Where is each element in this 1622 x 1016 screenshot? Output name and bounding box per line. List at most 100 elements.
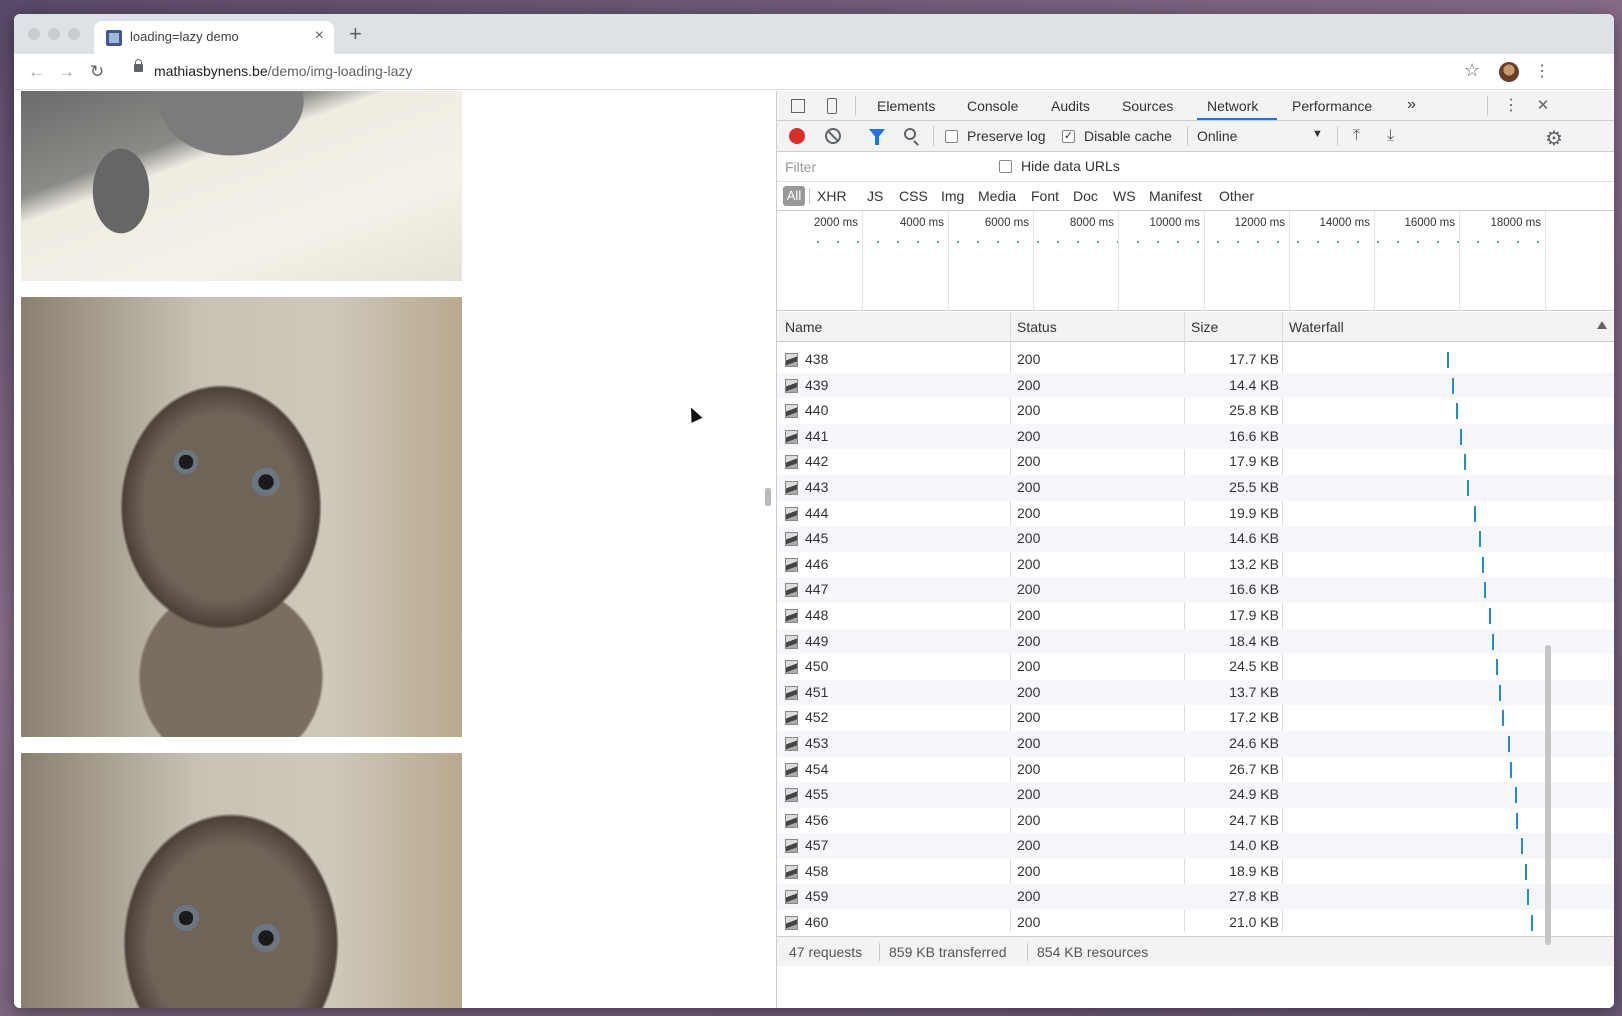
chevron-down-icon[interactable]: ▼ [1312, 128, 1323, 140]
filter-input[interactable] [783, 156, 979, 178]
image-file-icon [785, 378, 798, 393]
image-file-icon [785, 813, 798, 828]
browser-menu-icon[interactable]: ⋮ [1534, 61, 1550, 81]
tab-sources[interactable]: Sources [1122, 98, 1173, 114]
table-row[interactable]: 445 200 14.6 KB [777, 526, 1614, 552]
table-row[interactable]: 455 200 24.9 KB [777, 782, 1614, 808]
tab-console[interactable]: Console [967, 98, 1018, 114]
request-list-scrollbar[interactable] [1545, 645, 1551, 945]
column-name[interactable]: Name [785, 319, 822, 335]
table-row[interactable]: 451 200 13.7 KB [777, 679, 1614, 706]
column-waterfall[interactable]: Waterfall [1289, 319, 1344, 335]
type-all[interactable]: All [783, 186, 805, 206]
request-name: 453 [805, 734, 829, 751]
request-status: 200 [1017, 453, 1041, 470]
address-bar[interactable]: mathiasbynens.be/demo/img-loading-lazy [154, 63, 412, 79]
tab-elements[interactable]: Elements [877, 98, 935, 114]
network-overview[interactable]: 2000 ms 4000 ms 6000 ms 8000 ms 10000 ms 1200… [777, 211, 1614, 311]
table-row[interactable]: 452 200 17.2 KB [777, 705, 1614, 731]
window-close-button[interactable] [28, 28, 40, 40]
browser-toolbar: ← → ↻ mathiasbynens.be/demo/img-loading-… [14, 54, 1614, 90]
import-har-icon[interactable]: ⤒ [1353, 127, 1360, 145]
request-status: 200 [1017, 760, 1041, 777]
devtools-close-icon[interactable]: ✕ [1535, 98, 1551, 114]
type-js[interactable]: JS [867, 188, 883, 204]
request-size: 14.6 KB [1229, 530, 1279, 547]
table-row[interactable]: 449 200 18.4 KB [777, 628, 1614, 655]
table-row[interactable]: 454 200 26.7 KB [777, 757, 1614, 783]
search-icon[interactable] [904, 128, 916, 140]
table-row[interactable]: 448 200 17.9 KB [777, 603, 1614, 629]
table-row[interactable]: 457 200 14.0 KB [777, 833, 1614, 859]
type-font[interactable]: Font [1031, 188, 1059, 204]
new-tab-button[interactable]: + [349, 23, 362, 45]
type-ws[interactable]: WS [1113, 188, 1136, 204]
tab-title: loading=lazy demo [130, 29, 239, 44]
table-row[interactable]: 446 200 13.2 KB [777, 552, 1614, 578]
inspect-element-icon[interactable] [791, 99, 805, 113]
request-size: 18.4 KB [1229, 632, 1279, 649]
active-tab-indicator [1197, 118, 1277, 120]
preserve-log-checkbox[interactable] [945, 130, 958, 143]
browser-tab[interactable]: loading=lazy demo × [94, 21, 334, 54]
window-zoom-button[interactable] [68, 28, 80, 40]
forward-arrow-icon[interactable]: → [58, 62, 75, 82]
request-name: 442 [805, 453, 829, 470]
window-minimize-button[interactable] [48, 28, 60, 40]
type-xhr[interactable]: XHR [817, 188, 847, 204]
lock-icon[interactable] [134, 59, 143, 72]
type-css[interactable]: CSS [899, 188, 928, 204]
reload-icon[interactable]: ↻ [90, 62, 104, 82]
table-row[interactable]: 440 200 25.8 KB [777, 398, 1614, 424]
table-row[interactable]: 459 200 27.8 KB [777, 884, 1614, 911]
tab-close-icon[interactable]: × [315, 27, 324, 45]
table-row[interactable]: 460 200 21.0 KB [777, 910, 1614, 936]
hide-data-urls-checkbox[interactable] [999, 160, 1012, 173]
request-name: 455 [805, 786, 829, 803]
table-row[interactable]: 447 200 16.6 KB [777, 577, 1614, 603]
request-status: 200 [1017, 504, 1041, 521]
table-row[interactable]: 450 200 24.5 KB [777, 654, 1614, 680]
request-size: 24.5 KB [1229, 658, 1279, 675]
profile-avatar[interactable] [1499, 62, 1519, 82]
devtools-menu-icon[interactable]: ⋮ [1503, 98, 1519, 114]
record-icon[interactable] [789, 128, 805, 144]
table-row[interactable]: 456 200 24.7 KB [777, 808, 1614, 834]
table-row[interactable]: 441 200 16.6 KB [777, 423, 1614, 450]
image-file-icon [785, 608, 798, 623]
back-arrow-icon[interactable]: ← [28, 62, 45, 82]
bookmark-star-icon[interactable]: ☆ [1464, 60, 1480, 81]
table-row[interactable]: 439 200 14.4 KB [777, 372, 1614, 399]
devtools-resize-handle[interactable] [765, 488, 771, 506]
type-img[interactable]: Img [941, 188, 964, 204]
filter-icon[interactable] [869, 129, 885, 145]
disable-cache-checkbox[interactable]: ✓ [1062, 130, 1075, 143]
table-row[interactable]: 444 200 19.9 KB [777, 501, 1614, 527]
request-size: 17.2 KB [1229, 709, 1279, 726]
tab-audits[interactable]: Audits [1051, 98, 1090, 114]
tab-network[interactable]: Network [1207, 98, 1258, 114]
table-row[interactable]: 453 200 24.6 KB [777, 730, 1614, 757]
device-toolbar-icon[interactable] [827, 98, 837, 114]
waterfall-bar [1482, 556, 1484, 573]
sort-ascending-icon[interactable] [1597, 321, 1607, 329]
image-file-icon [785, 660, 798, 675]
clear-icon[interactable] [825, 128, 841, 144]
more-tabs-icon[interactable]: » [1407, 96, 1416, 114]
request-status: 200 [1017, 478, 1041, 495]
column-size[interactable]: Size [1191, 319, 1218, 335]
throttling-select[interactable]: Online [1197, 128, 1237, 144]
type-media[interactable]: Media [978, 188, 1016, 204]
table-row[interactable]: 442 200 17.9 KB [777, 449, 1614, 475]
gear-icon[interactable]: ⚙ [1545, 126, 1563, 151]
table-row[interactable]: 458 200 18.9 KB [777, 859, 1614, 885]
table-row[interactable]: 443 200 25.5 KB [777, 474, 1614, 501]
tab-performance[interactable]: Performance [1292, 98, 1372, 114]
table-row[interactable]: 438 200 17.7 KB [777, 347, 1614, 373]
type-doc[interactable]: Doc [1073, 188, 1098, 204]
column-status[interactable]: Status [1017, 319, 1057, 335]
export-har-icon[interactable]: ⤓ [1387, 127, 1394, 145]
type-other[interactable]: Other [1219, 188, 1254, 204]
type-manifest[interactable]: Manifest [1149, 188, 1202, 204]
waterfall-bar [1525, 863, 1527, 880]
